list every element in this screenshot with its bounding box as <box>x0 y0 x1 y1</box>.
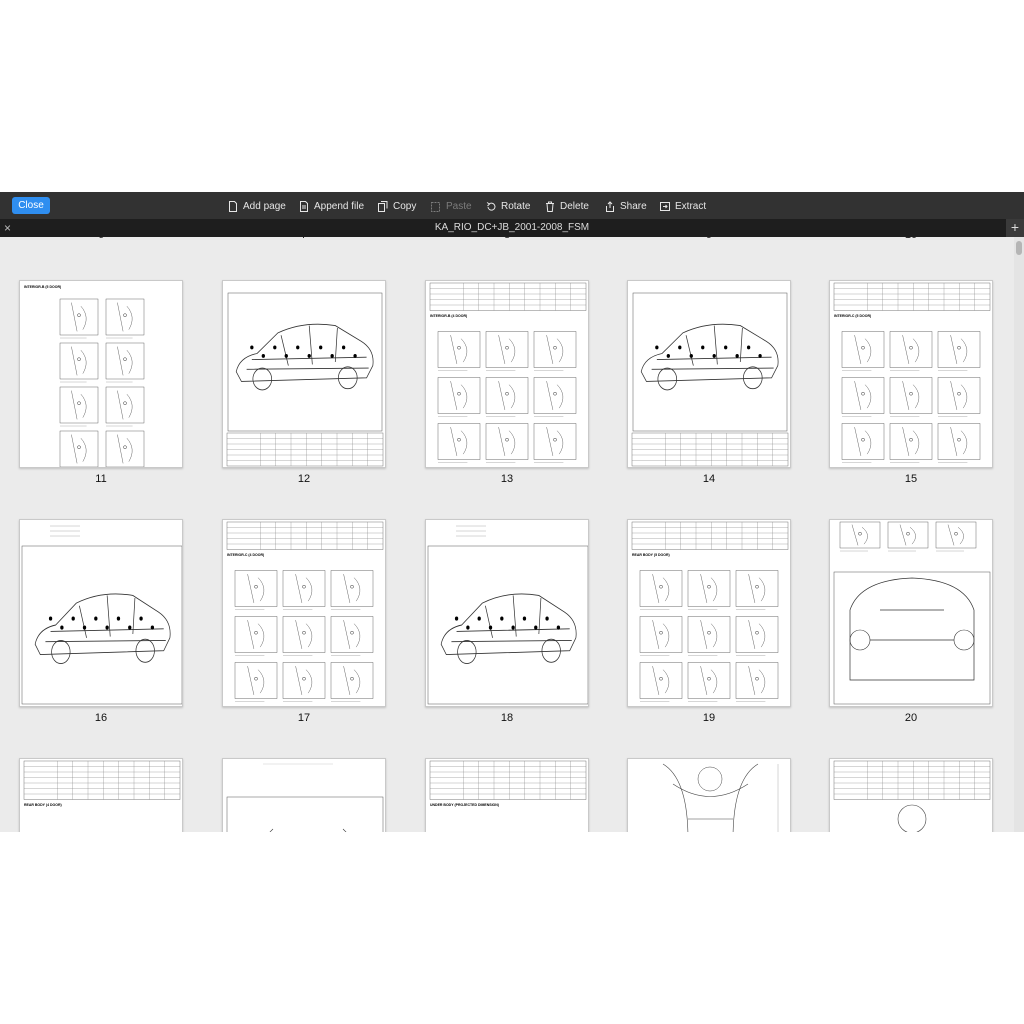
page-thumbnail[interactable]: INTERIOR-C (5 DOOR) <box>829 280 993 468</box>
page-preview <box>631 292 789 467</box>
page-number-label: 6 <box>71 237 131 241</box>
share-button[interactable]: Share <box>605 198 647 214</box>
page-preview <box>23 760 181 800</box>
page-number-label: 15 <box>904 473 918 485</box>
page-section-heading: INTERIOR-B (5 DOOR) <box>24 285 62 289</box>
page-thumbnail[interactable]: REAR BODY (4 DOOR) <box>19 758 183 832</box>
page-thumbnail[interactable]: INTERIOR-C (4 DOOR) <box>222 519 386 707</box>
trash-icon <box>546 201 554 212</box>
page-preview <box>429 282 587 463</box>
page-number-label: 19 <box>702 712 716 724</box>
page-number-label: 9 <box>679 237 739 241</box>
document-tab-bar: × KA_RIO_DC+JB_2001-2008_FSM + <box>0 219 1024 237</box>
page-number-label: 17 <box>297 712 311 724</box>
page-preview <box>662 763 779 832</box>
page-number-label: 18 <box>500 712 514 724</box>
add-page-label: Add page <box>243 200 286 212</box>
page-preview <box>833 760 991 832</box>
delete-label: Delete <box>560 200 589 212</box>
page-thumbnail[interactable] <box>627 280 791 468</box>
page-number-label: 13 <box>500 473 514 485</box>
page-thumbnail[interactable] <box>425 519 589 707</box>
page-thumbnail[interactable] <box>627 758 791 832</box>
page-number-label: 8 <box>477 237 537 241</box>
page-preview <box>833 282 991 463</box>
page-preview <box>226 292 384 467</box>
page-thumbnail[interactable] <box>222 280 386 468</box>
page-thumbnail[interactable]: REAR BODY (5 DOOR) <box>627 519 791 707</box>
page-section-heading: UNDER BODY (PROJECTED DIMENSION) <box>430 802 499 807</box>
page-number-label: 7 <box>274 237 334 241</box>
extract-icon <box>660 201 670 211</box>
add-page-button[interactable]: Add page <box>228 198 286 214</box>
page-section-heading: INTERIOR-C (5 DOOR) <box>834 313 872 318</box>
page-preview <box>833 521 991 705</box>
page-thumbnail[interactable] <box>829 519 993 707</box>
page-thumbnail[interactable]: INTERIOR-B (5 DOOR) <box>19 280 183 468</box>
rotate-button[interactable]: Rotate <box>486 198 530 214</box>
share-label: Share <box>620 200 647 212</box>
add-page-icon <box>229 200 237 212</box>
copy-label: Copy <box>393 200 417 212</box>
scrollbar[interactable] <box>1014 237 1024 832</box>
page-thumbnail[interactable]: UNDER BODY (PROJECTED DIMENSION) <box>425 758 589 832</box>
page-preview <box>226 521 384 702</box>
append-file-icon <box>300 200 308 212</box>
rotate-icon <box>486 201 496 211</box>
paste-button[interactable]: Paste <box>431 198 472 214</box>
close-button[interactable]: Close <box>12 197 50 214</box>
toolbar: Close Add page Append file Copy Paste Ro… <box>0 192 1024 219</box>
page-thumbnail-grid: 6 7 8 9 10 INTERIOR-B (5 DOOR) 11 12 INTERIOR-B … <box>0 237 1014 832</box>
page-organizer-window: Close Add page Append file Copy Paste Ro… <box>0 192 1024 832</box>
append-file-label: Append file <box>314 200 365 212</box>
new-tab-icon[interactable]: + <box>1006 219 1024 237</box>
page-number-label: 12 <box>297 473 311 485</box>
page-preview <box>631 521 789 702</box>
page-thumbnail[interactable] <box>829 758 993 832</box>
page-section-heading: INTERIOR-C (4 DOOR) <box>227 552 265 557</box>
page-number-label: 20 <box>904 712 918 724</box>
paste-icon <box>431 201 440 212</box>
page-preview <box>21 525 182 705</box>
page-number-label: 11 <box>95 473 107 485</box>
append-file-button[interactable]: Append file <box>299 198 364 214</box>
page-preview <box>59 298 145 467</box>
copy-button[interactable]: Copy <box>378 198 416 214</box>
copy-icon <box>378 200 388 212</box>
page-section-heading: REAR BODY (5 DOOR) <box>632 552 670 557</box>
page-number-label: 14 <box>702 473 716 485</box>
share-icon <box>606 200 614 212</box>
page-preview <box>427 525 588 705</box>
page-thumbnail[interactable] <box>222 758 386 832</box>
page-preview <box>429 760 587 800</box>
paste-label: Paste <box>446 200 472 212</box>
extract-label: Extract <box>675 200 707 212</box>
page-number-label: 10 <box>881 237 941 241</box>
page-preview <box>226 763 384 832</box>
page-thumbnail[interactable]: INTERIOR-B (4 DOOR) <box>425 280 589 468</box>
page-section-heading: REAR BODY (4 DOOR) <box>24 802 62 807</box>
page-section-heading: INTERIOR-B (4 DOOR) <box>430 313 468 318</box>
delete-button[interactable]: Delete <box>545 198 589 214</box>
page-thumbnail[interactable] <box>19 519 183 707</box>
page-number-label: 16 <box>94 712 108 724</box>
scrollbar-thumb[interactable] <box>1016 241 1022 255</box>
extract-button[interactable]: Extract <box>660 198 706 214</box>
document-title: KA_RIO_DC+JB_2001-2008_FSM <box>434 222 590 233</box>
rotate-label: Rotate <box>501 200 531 212</box>
